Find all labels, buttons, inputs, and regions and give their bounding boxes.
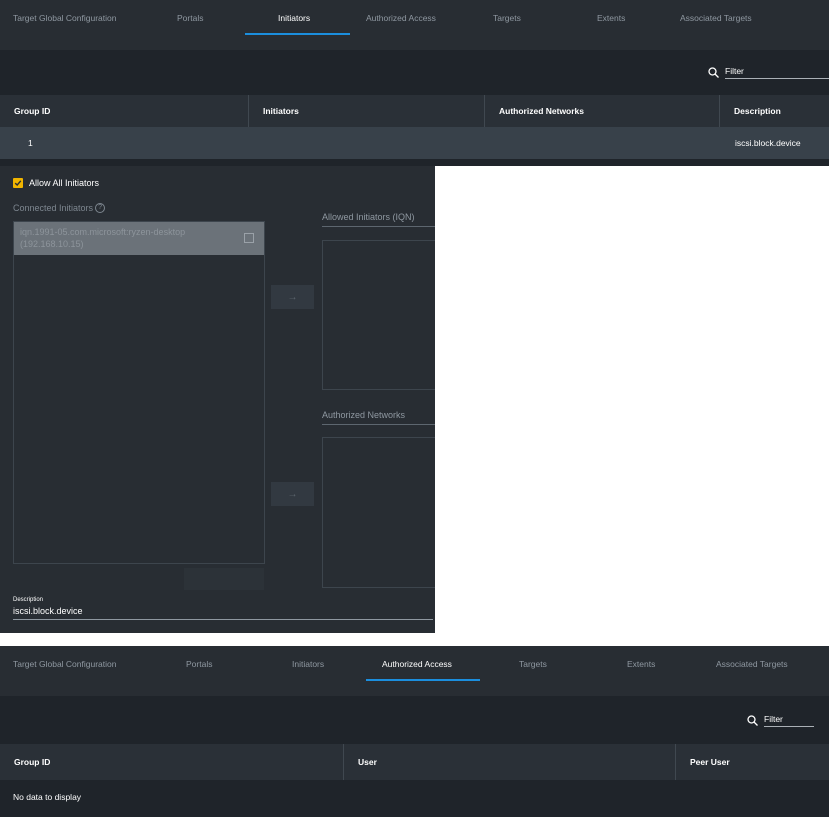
allow-all-label: Allow All Initiators — [29, 178, 100, 188]
tab-portals[interactable]: Portals — [177, 0, 203, 37]
initiator-ip: (192.168.10.15) — [20, 239, 84, 249]
connected-initiators-label: Connected Initiators ? — [13, 203, 106, 213]
tab-extents[interactable]: Extents — [627, 646, 655, 683]
tab-initiators[interactable]: Initiators — [292, 646, 324, 683]
search-icon — [747, 715, 758, 726]
cell-group-id: 1 — [28, 138, 33, 148]
column-header-initiators[interactable]: Initiators — [248, 95, 484, 127]
check-icon — [14, 180, 22, 187]
filter-input[interactable]: Filter — [725, 66, 829, 79]
tab-associated-targets[interactable]: Associated Targets — [716, 646, 788, 683]
table-header: Group ID Initiators Authorized Networks … — [0, 95, 829, 127]
active-tab-indicator — [245, 33, 350, 35]
tab-authorized-access[interactable]: Authorized Access — [382, 646, 452, 683]
tab-bar: Target Global Configuration Portals Init… — [0, 646, 829, 683]
authorized-networks-list[interactable] — [322, 437, 435, 588]
column-header-peer-user[interactable]: Peer User — [675, 744, 829, 780]
empty-table-message: No data to display — [13, 792, 82, 802]
tab-target-global-configuration[interactable]: Target Global Configuration — [13, 646, 116, 683]
tab-bar: Target Global Configuration Portals Init… — [0, 0, 829, 37]
column-header-description[interactable]: Description — [719, 95, 829, 127]
description-input[interactable]: iscsi.block.device — [13, 606, 433, 620]
move-to-allowed-initiators-button[interactable]: → — [271, 285, 314, 309]
tab-target-global-configuration[interactable]: Target Global Configuration — [13, 0, 116, 37]
tab-authorized-access[interactable]: Authorized Access — [366, 0, 436, 37]
allow-all-checkbox[interactable] — [13, 178, 23, 188]
move-to-authorized-networks-button[interactable]: → — [271, 482, 314, 506]
connected-initiators-list[interactable]: iqn.1991-05.com.microsoft:ryzen-desktop … — [13, 221, 265, 564]
help-icon[interactable]: ? — [95, 203, 106, 213]
active-tab-indicator — [366, 679, 480, 681]
tab-targets[interactable]: Targets — [519, 646, 547, 683]
column-header-group-id[interactable]: Group ID — [0, 95, 248, 127]
column-header-authorized-networks[interactable]: Authorized Networks — [484, 95, 719, 127]
filter-input[interactable]: Filter — [764, 714, 814, 727]
connected-initiators-text: Connected Initiators — [13, 203, 94, 213]
filter-box[interactable]: Filter — [747, 714, 814, 727]
tab-extents[interactable]: Extents — [597, 0, 625, 37]
tab-portals[interactable]: Portals — [186, 646, 212, 683]
allowed-initiators-label: Allowed Initiators (IQN) — [322, 212, 435, 227]
tab-targets[interactable]: Targets — [493, 0, 521, 37]
authorized-access-table-card: Filter Group ID User Peer User No data t… — [0, 696, 829, 817]
table-row[interactable]: 1 iscsi.block.device — [0, 127, 829, 159]
tab-associated-targets[interactable]: Associated Targets — [680, 0, 752, 37]
filter-box[interactable]: Filter — [708, 66, 829, 79]
allow-all-initiators[interactable]: Allow All Initiators — [13, 178, 99, 188]
column-header-user[interactable]: User — [343, 744, 675, 780]
description-label: Description — [13, 597, 44, 603]
initiators-panel: Target Global Configuration Portals Init… — [0, 0, 829, 166]
add-initiator-button[interactable] — [184, 568, 264, 590]
initiator-iqn: iqn.1991-05.com.microsoft:ryzen-desktop — [20, 227, 186, 237]
list-item-checkbox[interactable] — [244, 233, 254, 243]
allowed-initiators-list[interactable] — [322, 240, 435, 390]
search-icon — [708, 67, 719, 78]
table-header: Group ID User Peer User — [0, 744, 829, 780]
column-header-group-id[interactable]: Group ID — [0, 744, 343, 780]
tab-initiators[interactable]: Initiators — [278, 0, 310, 37]
list-item-text: iqn.1991-05.com.microsoft:ryzen-desktop … — [20, 226, 235, 250]
authorized-access-panel: Target Global Configuration Portals Init… — [0, 646, 829, 817]
initiators-table-card: Filter Group ID Initiators Authorized Ne… — [0, 50, 829, 166]
authorized-networks-label: Authorized Networks — [322, 410, 435, 425]
cell-description: iscsi.block.device — [735, 138, 801, 148]
list-item[interactable]: iqn.1991-05.com.microsoft:ryzen-desktop … — [14, 222, 264, 255]
